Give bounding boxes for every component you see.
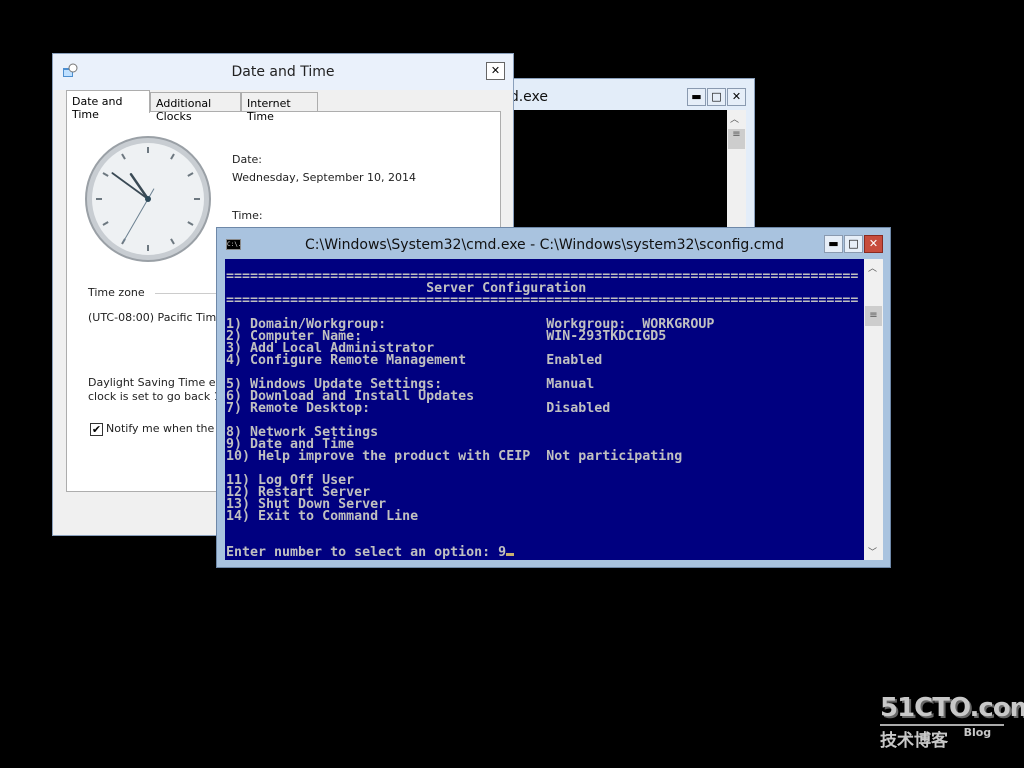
scroll-thumb[interactable]: ≡ [728, 129, 745, 149]
logo-text: 51CTO.com [880, 693, 1024, 723]
clock-center [145, 196, 151, 202]
minimize-button[interactable]: ▬ [824, 235, 843, 253]
console-line: 4) Configure Remote Management Enabled [226, 353, 603, 368]
close-button[interactable]: ✕ [864, 235, 883, 253]
tab-date-and-time[interactable]: Date and Time [66, 90, 150, 121]
close-button[interactable]: ✕ [727, 88, 746, 106]
notify-checkbox[interactable]: ✔ [90, 423, 103, 436]
minimize-button[interactable]: ▬ [687, 88, 706, 106]
prompt-line[interactable]: Enter number to select an option: 9 [226, 545, 506, 560]
notify-label[interactable]: Notify me when the c [106, 422, 224, 435]
tab-internet-time[interactable]: Internet Time [241, 92, 318, 123]
sconfig-cmd-window: C:\. C:\Windows\System32\cmd.exe - C:\Wi… [216, 227, 891, 568]
watermark-logo: 51CTO.com 技术博客 Blog [880, 693, 1024, 751]
date-value: Wednesday, September 10, 2014 [232, 171, 416, 184]
window-title: C:\Windows\System32\cmd.exe - C:\Windows… [305, 237, 784, 253]
scroll-thumb[interactable]: ≡ [865, 306, 882, 326]
time-zone-value: (UTC-08:00) Pacific Time [88, 311, 223, 324]
console-line: 14) Exit to Command Line [226, 509, 419, 524]
title-bar: Date and Time ✕ [53, 54, 513, 90]
time-label: Time: [232, 209, 263, 222]
console-line: 10) Help improve the product with CEIP N… [226, 449, 683, 464]
maximize-button[interactable]: □ [844, 235, 863, 253]
dst-text: Daylight Saving Time en [88, 376, 223, 389]
close-button[interactable]: ✕ [486, 62, 505, 80]
console-output[interactable]: ========================================… [225, 259, 864, 560]
dialog-title: Date and Time [231, 64, 335, 80]
date-label: Date: [232, 153, 262, 166]
dst-text-2: clock is set to go back 1 [88, 390, 221, 403]
scroll-up-icon[interactable]: ︿ [868, 261, 877, 274]
console-line: 7) Remote Desktop: Disabled [226, 401, 611, 416]
cmd-icon: C:\. [226, 239, 242, 250]
console-line: ========================================… [226, 293, 859, 308]
time-zone-label: Time zone [88, 286, 145, 299]
text-cursor [506, 553, 515, 556]
analog-clock [85, 136, 211, 262]
scroll-up-icon[interactable]: ︿ [730, 112, 739, 125]
logo-blog: Blog [963, 726, 992, 739]
scroll-down-icon[interactable]: ﹀ [868, 545, 877, 558]
scrollbar[interactable]: ︿ ≡ [727, 110, 746, 229]
console-text: ========================================… [226, 259, 864, 547]
tab-additional-clocks[interactable]: Additional Clocks [150, 92, 241, 123]
maximize-button[interactable]: □ [707, 88, 726, 106]
vertical-scrollbar[interactable]: ︿ ≡ ﹀ [864, 259, 883, 560]
logo-sub: 技术博客 [880, 731, 948, 751]
